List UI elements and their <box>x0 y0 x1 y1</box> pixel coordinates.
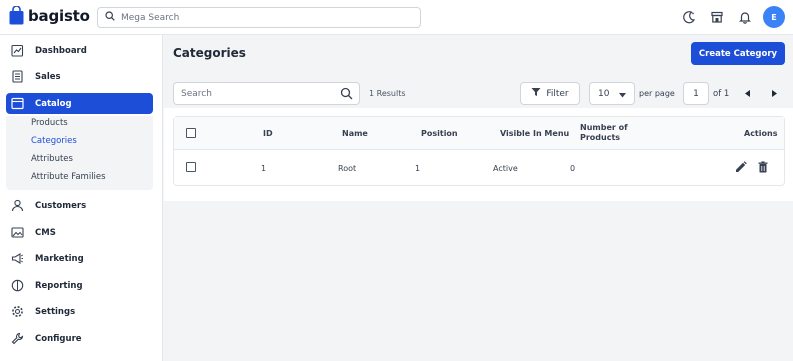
dashboard-icon <box>11 44 24 57</box>
submenu-item-attribute-families[interactable]: Attribute Families <box>31 172 106 182</box>
image-icon <box>11 226 24 239</box>
search-icon[interactable] <box>340 87 353 103</box>
sidebar: Dashboard Sales Catalog Products Categor… <box>0 35 163 361</box>
mega-search-box[interactable] <box>97 7 421 28</box>
sidebar-item-catalog[interactable]: Catalog <box>6 93 153 114</box>
per-page-label: per page <box>639 89 675 98</box>
column-header-actions: Actions <box>744 129 778 138</box>
sidebar-item-sales[interactable]: Sales <box>6 66 153 87</box>
cell-id: 1 <box>261 164 267 173</box>
table-row: 1 Root 1 Active 0 <box>174 150 784 186</box>
column-header-name[interactable]: Name <box>342 129 368 138</box>
megaphone-icon <box>11 252 24 265</box>
page-number-input[interactable]: 1 <box>683 82 709 105</box>
sidebar-item-reporting[interactable]: Reporting <box>6 275 153 296</box>
sidebar-item-label: Dashboard <box>35 45 87 56</box>
sidebar-item-marketing[interactable]: Marketing <box>6 248 153 269</box>
sidebar-item-label: Marketing <box>35 253 84 264</box>
create-category-button[interactable]: Create Category <box>691 42 785 65</box>
sidebar-item-settings[interactable]: Settings <box>6 301 153 322</box>
delete-icon[interactable] <box>757 161 769 173</box>
sidebar-item-label: Sales <box>35 71 61 82</box>
sidebar-item-label: Customers <box>35 200 87 211</box>
cell-visible-in-menu: Active <box>493 164 518 173</box>
sidebar-item-dashboard[interactable]: Dashboard <box>6 40 153 61</box>
receipt-icon <box>11 70 24 83</box>
submenu-item-products[interactable]: Products <box>31 118 68 128</box>
top-header: bagisto E <box>0 0 793 35</box>
catalog-submenu: Products Categories Attributes Attribute… <box>6 116 153 190</box>
sidebar-item-customers[interactable]: Customers <box>6 195 153 216</box>
cell-number-of-products: 0 <box>570 164 576 173</box>
sidebar-item-label: CMS <box>35 227 56 238</box>
next-page-icon[interactable] <box>769 89 778 98</box>
page-total-label: of 1 <box>713 89 730 99</box>
results-count: 1 Results <box>369 89 406 98</box>
sidebar-item-label: Catalog <box>35 98 72 109</box>
submenu-item-categories[interactable]: Categories <box>31 136 77 146</box>
filter-button[interactable]: Filter <box>520 82 580 105</box>
shopping-bag-icon <box>9 5 24 25</box>
chart-icon <box>11 279 24 292</box>
logo-text: bagisto <box>28 6 90 25</box>
catalog-icon <box>11 97 24 110</box>
select-all-checkbox[interactable] <box>186 128 196 138</box>
store-icon[interactable] <box>709 9 725 25</box>
column-header-visible-in-menu[interactable]: Visible In Menu <box>500 129 569 138</box>
submenu-item-attributes[interactable]: Attributes <box>31 154 73 164</box>
datagrid-search-box[interactable] <box>173 82 360 105</box>
cell-name: Root <box>338 164 357 173</box>
caret-down-icon <box>619 91 626 101</box>
datagrid-search-input[interactable] <box>181 88 331 99</box>
column-header-position[interactable]: Position <box>421 129 458 138</box>
avatar[interactable]: E <box>763 6 785 28</box>
wrench-icon <box>11 332 24 345</box>
sidebar-item-label: Configure <box>35 333 82 344</box>
gear-icon <box>11 305 24 318</box>
column-header-id[interactable]: ID <box>263 129 273 138</box>
page-title: Categories <box>173 46 246 60</box>
edit-icon[interactable] <box>735 161 747 173</box>
row-checkbox[interactable] <box>186 162 196 172</box>
filter-icon <box>531 87 541 100</box>
moon-icon[interactable] <box>681 9 697 25</box>
per-page-select[interactable]: 10 <box>589 82 635 105</box>
cell-position: 1 <box>415 164 421 173</box>
previous-page-icon[interactable] <box>743 89 752 98</box>
user-icon <box>11 199 24 212</box>
sidebar-item-configure[interactable]: Configure <box>6 328 153 349</box>
categories-table: ID Name Position Visible In Menu Number … <box>173 116 785 186</box>
mega-search-input[interactable] <box>121 12 401 23</box>
filter-label: Filter <box>546 88 569 99</box>
sidebar-item-label: Reporting <box>35 280 83 291</box>
table-header: ID Name Position Visible In Menu Number … <box>174 117 784 150</box>
search-icon <box>105 11 115 24</box>
sidebar-item-label: Settings <box>35 306 76 317</box>
sidebar-item-cms[interactable]: CMS <box>6 222 153 243</box>
bell-icon[interactable] <box>737 9 753 25</box>
column-header-number-of-products-line1[interactable]: Number of <box>580 123 628 132</box>
column-header-number-of-products-line2[interactable]: Products <box>580 133 620 142</box>
per-page-value: 10 <box>598 88 610 99</box>
logo[interactable]: bagisto <box>9 5 90 25</box>
